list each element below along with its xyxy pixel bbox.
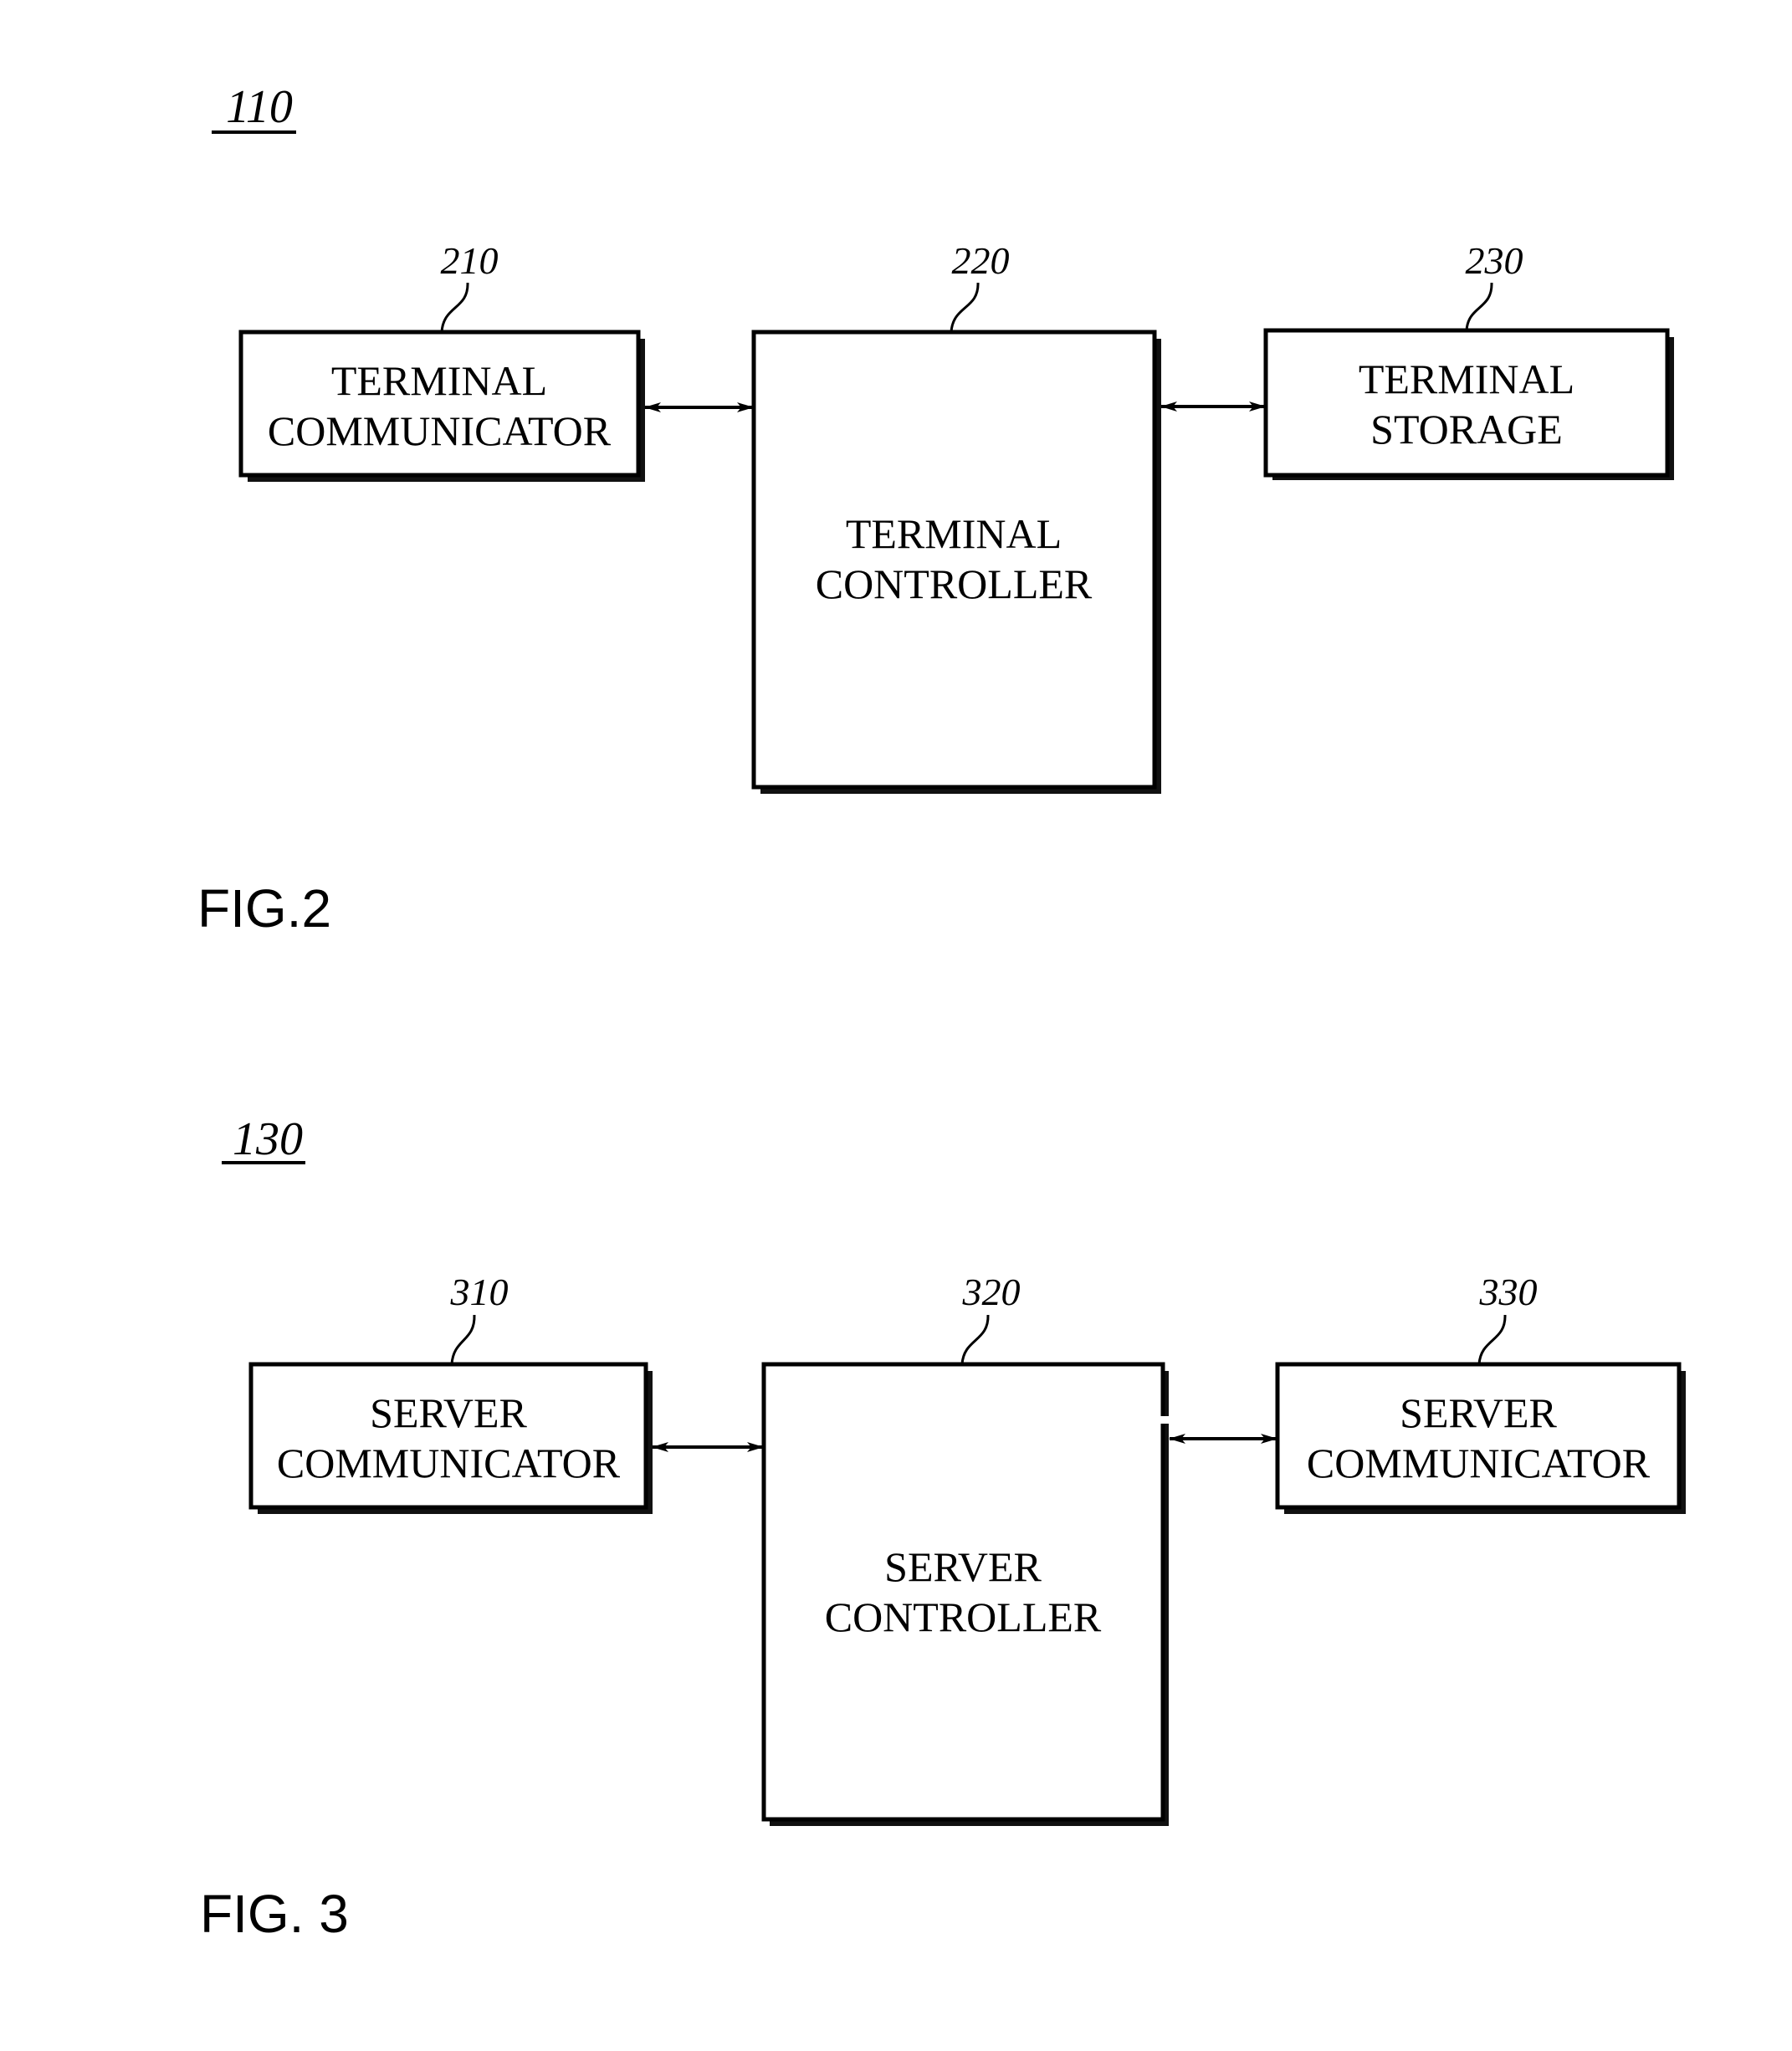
block-label-line-2: STORAGE [1370, 406, 1563, 453]
block-label-line-2: COMMUNICATOR [1307, 1440, 1651, 1486]
block-label-line-2: CONTROLLER [816, 560, 1093, 607]
block-label-line-2: CONTROLLER [825, 1593, 1102, 1640]
block-label-line-1: TERMINAL [846, 510, 1062, 557]
block-label-line-1: SERVER [370, 1389, 527, 1436]
block-reference-number: 330 [1479, 1271, 1538, 1313]
block-reference-number: 320 [962, 1271, 1021, 1313]
figure-reference-label: 110 [226, 81, 293, 133]
block-label-line-1: TERMINAL [331, 357, 547, 404]
figure-reference-110: 110 [212, 81, 296, 134]
block-label-line-2: COMMUNICATOR [268, 407, 612, 454]
patent-drawing-canvas: 110 TERMINAL COMMUNICATOR 210 TERMINAL C… [197, 81, 1686, 1944]
leader-line [960, 1314, 990, 1365]
block-label-line-2: COMMUNICATOR [277, 1440, 621, 1486]
figure-reference-130: 130 [222, 1113, 305, 1165]
block-label-line-1: SERVER [1400, 1389, 1557, 1436]
block-reference-number: 210 [441, 239, 499, 282]
block-frame [1263, 328, 1670, 478]
figure-caption: FIG.2 [197, 878, 331, 939]
block-terminal-storage: TERMINAL STORAGE 230 [1263, 239, 1674, 480]
edge-gap [1160, 1416, 1171, 1424]
block-terminal-controller: TERMINAL CONTROLLER 220 [751, 239, 1161, 794]
block-server-communicator-right: SERVER COMMUNICATOR 330 [1275, 1271, 1686, 1514]
figure-caption: FIG. 3 [200, 1884, 349, 1944]
figure-reference-label: 130 [233, 1113, 303, 1165]
figure-3: 130 SERVER COMMUNICATOR 310 SERVER CONTR… [200, 1113, 1686, 1944]
block-frame [751, 330, 1157, 790]
block-label-line-1: TERMINAL [1359, 355, 1574, 402]
figure-2: 110 TERMINAL COMMUNICATOR 210 TERMINAL C… [197, 81, 1674, 939]
block-reference-number: 220 [952, 239, 1010, 282]
block-label-line-1: SERVER [884, 1543, 1042, 1590]
leader-line [1465, 282, 1493, 331]
block-server-communicator-left: SERVER COMMUNICATOR 310 [248, 1271, 653, 1514]
leader-line [1477, 1314, 1507, 1365]
block-terminal-communicator: TERMINAL COMMUNICATOR 210 [238, 239, 645, 482]
block-reference-number: 230 [1466, 239, 1523, 282]
block-frame [761, 1362, 1165, 1822]
leader-line [950, 282, 980, 333]
block-server-controller: SERVER CONTROLLER 320 [761, 1271, 1171, 1826]
block-reference-number: 310 [450, 1271, 509, 1313]
leader-line [450, 1314, 476, 1365]
leader-line [440, 282, 469, 333]
